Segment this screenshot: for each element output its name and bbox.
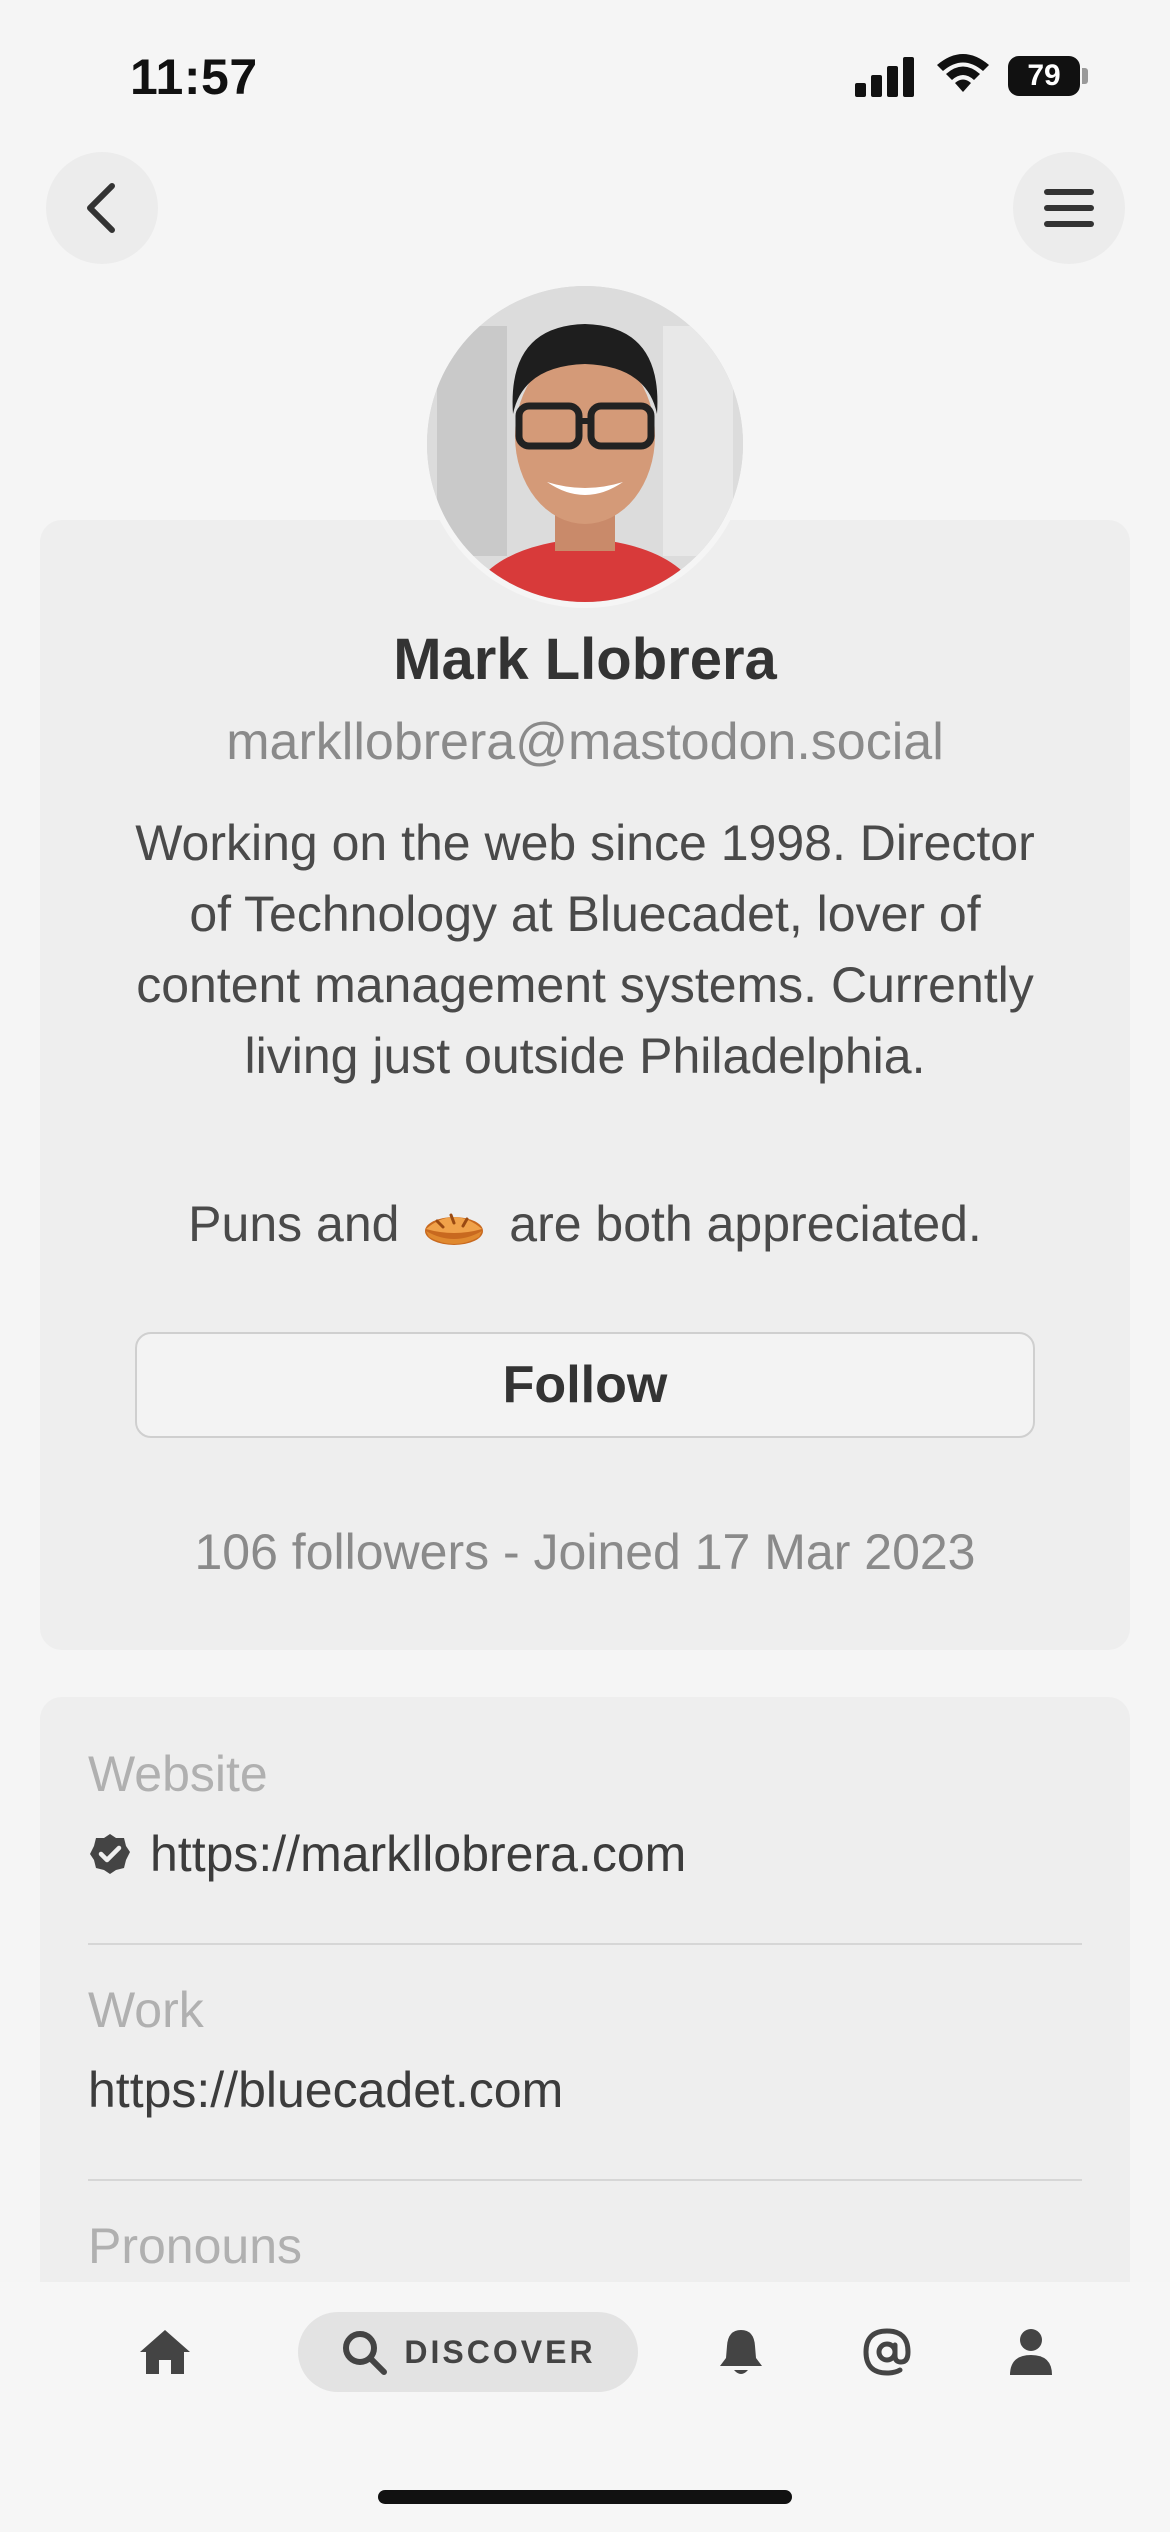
profile-name: Mark Llobrera [393, 627, 777, 692]
website-url[interactable]: https://markllobrera.com [150, 1825, 686, 1883]
cellular-signal-icon [855, 55, 915, 97]
tab-notifications[interactable] [706, 2312, 776, 2392]
field-label: Website [88, 1746, 268, 1802]
battery-level: 79 [1008, 56, 1080, 96]
tab-discover[interactable]: DISCOVER [298, 2312, 638, 2392]
bio-text-before: Puns and [188, 1196, 400, 1252]
work-url[interactable]: https://bluecadet.com [88, 2061, 1082, 2119]
tab-mentions[interactable] [852, 2312, 922, 2392]
field-value-link[interactable]: https://markllobrera.com [88, 1825, 1082, 1883]
search-icon [343, 2331, 388, 2375]
avatar-photo [427, 286, 743, 602]
field-label: Pronouns [88, 2218, 303, 2274]
profile-bio: Working on the web since 1998. Director … [135, 815, 1035, 1084]
menu-button[interactable] [1013, 152, 1125, 264]
home-indicator[interactable] [378, 2490, 792, 2504]
tab-profile[interactable] [996, 2312, 1066, 2392]
chevron-left-icon [87, 183, 115, 233]
pie-emoji-icon [425, 1213, 484, 1245]
divider [88, 1943, 1082, 1945]
home-icon [140, 2330, 190, 2374]
hamburger-menu-icon [1044, 189, 1094, 227]
wifi-icon [937, 54, 989, 92]
battery-icon: 79 [1008, 56, 1088, 96]
at-icon [863, 2328, 911, 2376]
bio-text-after: are both appreciated. [509, 1196, 982, 1252]
profile-stats: 106 followers - Joined 17 Mar 2023 [194, 1524, 976, 1580]
field-website: Website https://markllobrera.com [88, 1745, 1082, 1883]
tab-discover-label: DISCOVER [404, 2333, 596, 2370]
verified-check-icon [90, 1834, 130, 1874]
field-work: Work https://bluecadet.com [88, 1981, 1082, 2119]
field-label: Work [88, 1982, 204, 2038]
profile-handle[interactable]: markllobrera@mastodon.social [0, 712, 1170, 772]
profile-bio-line2: Puns and are both appreciated. [0, 1195, 1170, 1253]
tab-home[interactable] [130, 2312, 200, 2392]
back-button[interactable] [46, 152, 158, 264]
follow-button[interactable]: Follow [135, 1332, 1035, 1438]
status-time: 11:57 [130, 49, 258, 105]
status-bar: 11:57 79 [0, 0, 1170, 150]
bell-icon [720, 2330, 762, 2374]
avatar[interactable] [421, 280, 749, 608]
field-pronouns: Pronouns [88, 2217, 1082, 2275]
person-icon [1010, 2329, 1052, 2375]
divider [88, 2179, 1082, 2181]
